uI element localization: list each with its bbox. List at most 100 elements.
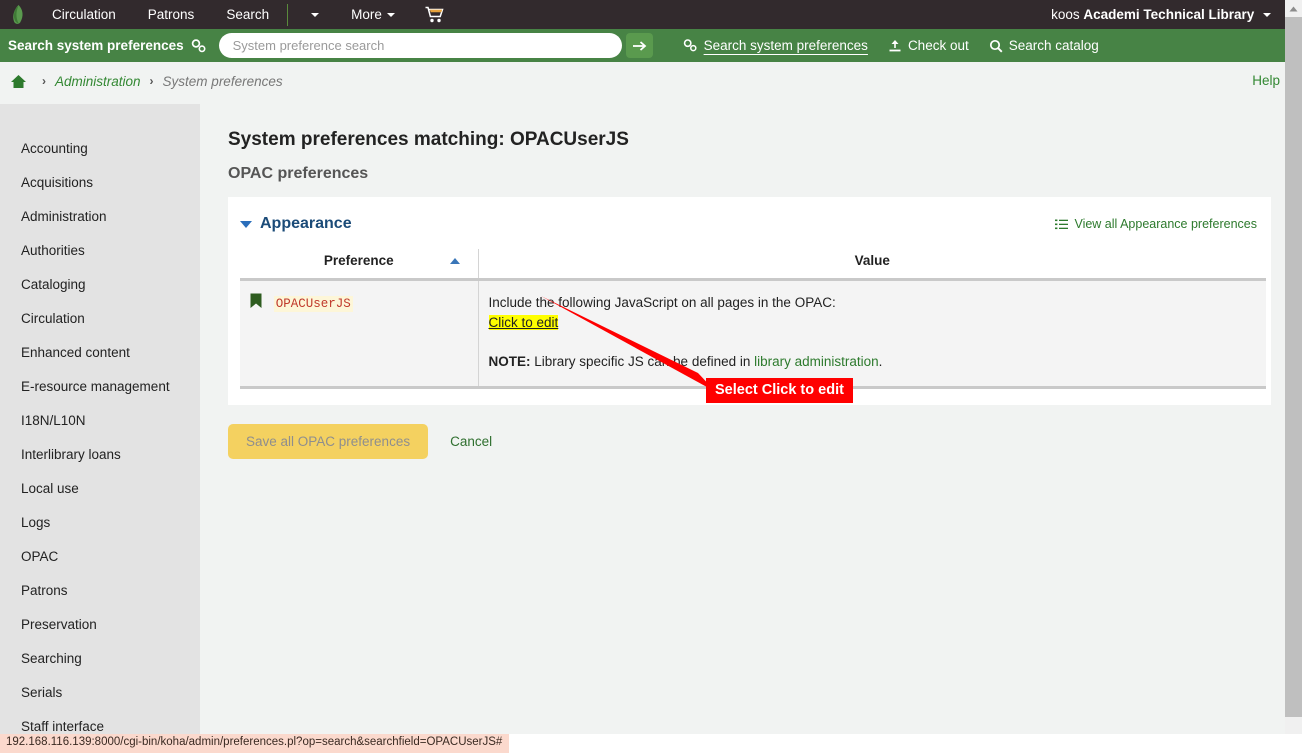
user-name: koos: [1051, 7, 1080, 22]
search-tabs: Search system preferences Check out Sear…: [673, 29, 1109, 62]
chevron-down-icon: [311, 13, 320, 18]
column-header-preference[interactable]: Preference: [240, 249, 479, 281]
scrollbar-thumb[interactable]: [1285, 17, 1302, 717]
list-icon: [1055, 219, 1069, 229]
breadcrumb: › Administration › System preferences: [0, 62, 1285, 100]
note-text-after: .: [878, 353, 883, 369]
library-name: Academi Technical Library: [1083, 7, 1255, 22]
nav-search-dropdown-toggle[interactable]: [290, 0, 335, 29]
triangle-up-icon: [1289, 6, 1298, 11]
tab-label: Search system preferences: [703, 38, 868, 53]
preferences-panel: Appearance View all Appearance preferenc…: [228, 197, 1271, 405]
cell-preference-value: Include the following JavaScript on all …: [478, 279, 1266, 389]
koha-leaf-logo-icon[interactable]: [0, 0, 36, 29]
search-scope-text: Search system preferences: [8, 38, 184, 53]
nav-item-search[interactable]: Search: [210, 0, 285, 29]
note-label: NOTE:: [488, 353, 531, 369]
save-all-opac-preferences-button[interactable]: Save all OPAC preferences: [228, 423, 429, 459]
table-row: OPACUserJS Include the following JavaScr…: [240, 279, 1266, 389]
nav-item-circulation[interactable]: Circulation: [36, 0, 132, 29]
column-header-label: Value: [854, 253, 890, 268]
sidebar-item-searching[interactable]: Searching: [0, 642, 200, 676]
gears-icon: [683, 39, 697, 52]
table-header-row: Preference Value: [240, 249, 1266, 281]
tab-label: Search catalog: [1008, 38, 1099, 53]
breadcrumb-separator: ›: [42, 74, 46, 88]
search-submit-button[interactable]: [625, 33, 653, 58]
sort-ascending-icon: [449, 258, 460, 264]
tab-search-catalog[interactable]: Search catalog: [979, 29, 1109, 62]
cart-button[interactable]: [411, 0, 458, 29]
group-title-appearance[interactable]: Appearance: [240, 215, 352, 233]
sidebar-item-patrons[interactable]: Patrons: [0, 574, 200, 608]
tab-search-system-preferences[interactable]: Search system preferences: [673, 29, 878, 62]
top-navbar: Circulation Patrons Search More koos Aca…: [0, 0, 1285, 29]
column-header-label: Preference: [323, 253, 394, 268]
sidebar-item-accounting[interactable]: Accounting: [0, 132, 200, 166]
main-content: System preferences matching: OPACUserJS …: [200, 104, 1285, 735]
sidebar-item-local-use[interactable]: Local use: [0, 472, 200, 506]
help-link[interactable]: Help: [1252, 73, 1280, 88]
sidebar-item-interlibrary-loans[interactable]: Interlibrary loans: [0, 438, 200, 472]
sidebar-item-logs[interactable]: Logs: [0, 506, 200, 540]
panel-header: Appearance View all Appearance preferenc…: [240, 211, 1257, 233]
gears-icon: [191, 38, 206, 52]
search-input-wrapper: [218, 33, 622, 58]
sidebar-item-cataloging[interactable]: Cataloging: [0, 268, 200, 302]
koha-leaf-icon: [12, 4, 23, 24]
column-header-value[interactable]: Value: [478, 249, 1266, 281]
annotation-label: Select Click to edit: [706, 378, 853, 403]
page-subtitle: OPAC preferences: [228, 165, 369, 182]
search-toolbar: Search system preferences Search system …: [0, 29, 1285, 62]
user-library-menu[interactable]: koos Academi Technical Library: [1051, 7, 1285, 22]
view-all-label: View all Appearance preferences: [1074, 217, 1257, 231]
breadcrumb-separator: ›: [149, 74, 154, 88]
chevron-down-icon: [1263, 13, 1271, 18]
breadcrumb-item-system-preferences: System preferences: [162, 73, 283, 89]
bookmark-flag-icon: [250, 293, 262, 308]
home-glyph-icon: [11, 74, 26, 88]
preference-name[interactable]: OPACUserJS: [273, 296, 353, 312]
sidebar-item-preservation[interactable]: Preservation: [0, 608, 200, 642]
page-title: System preferences matching: OPACUserJS: [228, 129, 629, 150]
search-input[interactable]: [218, 33, 622, 58]
vertical-scrollbar[interactable]: [1285, 0, 1302, 735]
sidebar-item-e-resource-management[interactable]: E-resource management: [0, 370, 200, 404]
click-to-edit-link[interactable]: Click to edit: [488, 315, 559, 331]
scroll-up-button[interactable]: [1285, 0, 1302, 17]
triangle-down-icon: [240, 220, 252, 228]
tab-check-out[interactable]: Check out: [878, 29, 979, 62]
sidebar-item-enhanced-content[interactable]: Enhanced content: [0, 336, 200, 370]
sidebar-item-serials[interactable]: Serials: [0, 676, 200, 710]
nav-item-patrons[interactable]: Patrons: [132, 0, 211, 29]
note-text-before: Library specific JS can be defined in: [530, 353, 755, 369]
shopping-cart-icon: [425, 7, 444, 23]
table-head: Preference Value: [240, 249, 1266, 281]
status-bar-url: 192.168.116.139:8000/cgi-bin/koha/admin/…: [0, 734, 510, 753]
cancel-link[interactable]: Cancel: [450, 434, 492, 449]
sidebar-item-circulation[interactable]: Circulation: [0, 302, 200, 336]
library-administration-link[interactable]: library administration: [754, 354, 879, 369]
form-actions: Save all OPAC preferences Cancel: [228, 423, 1285, 459]
chevron-down-icon: [386, 13, 395, 18]
arrow-right-icon: [632, 40, 646, 51]
view-all-appearance-preferences-link[interactable]: View all Appearance preferences: [1055, 211, 1257, 231]
value-intro-text: Include the following JavaScript on all …: [488, 295, 836, 310]
sidebar-item-administration[interactable]: Administration: [0, 200, 200, 234]
sidebar: Accounting Acquisitions Administration A…: [0, 104, 200, 735]
tab-label: Check out: [907, 38, 969, 53]
sidebar-item-i18n-l10n[interactable]: I18N/L10N: [0, 404, 200, 438]
breadcrumb-item-administration[interactable]: Administration: [55, 74, 141, 89]
preferences-table: Preference Value OPACUserJS Include the …: [240, 249, 1266, 389]
sidebar-item-opac[interactable]: OPAC: [0, 540, 200, 574]
home-icon[interactable]: [10, 74, 27, 89]
sidebar-item-authorities[interactable]: Authorities: [0, 234, 200, 268]
search-icon: [989, 39, 1003, 52]
nav-item-more[interactable]: More: [335, 0, 411, 29]
app-window: Circulation Patrons Search More koos Aca…: [0, 0, 1302, 753]
check-out-icon: [889, 39, 901, 51]
sidebar-item-acquisitions[interactable]: Acquisitions: [0, 166, 200, 200]
table-body: OPACUserJS Include the following JavaScr…: [240, 279, 1266, 389]
nav-divider: [287, 3, 289, 26]
cell-preference-name: OPACUserJS: [240, 279, 479, 389]
